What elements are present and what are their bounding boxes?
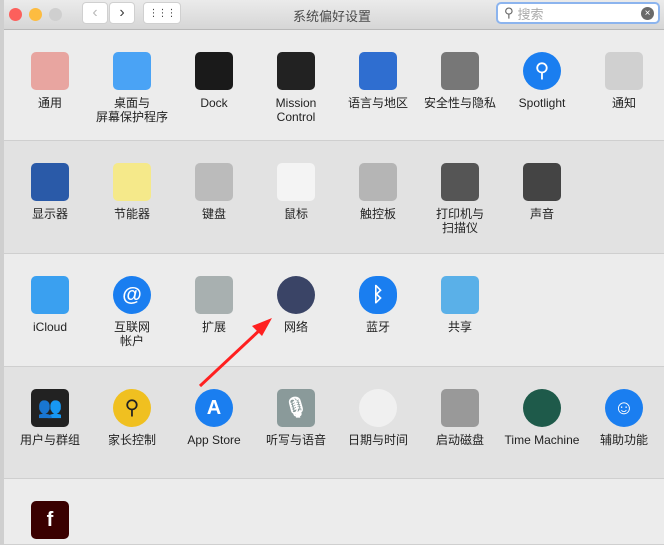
red-annotation-arrow: [198, 318, 272, 388]
